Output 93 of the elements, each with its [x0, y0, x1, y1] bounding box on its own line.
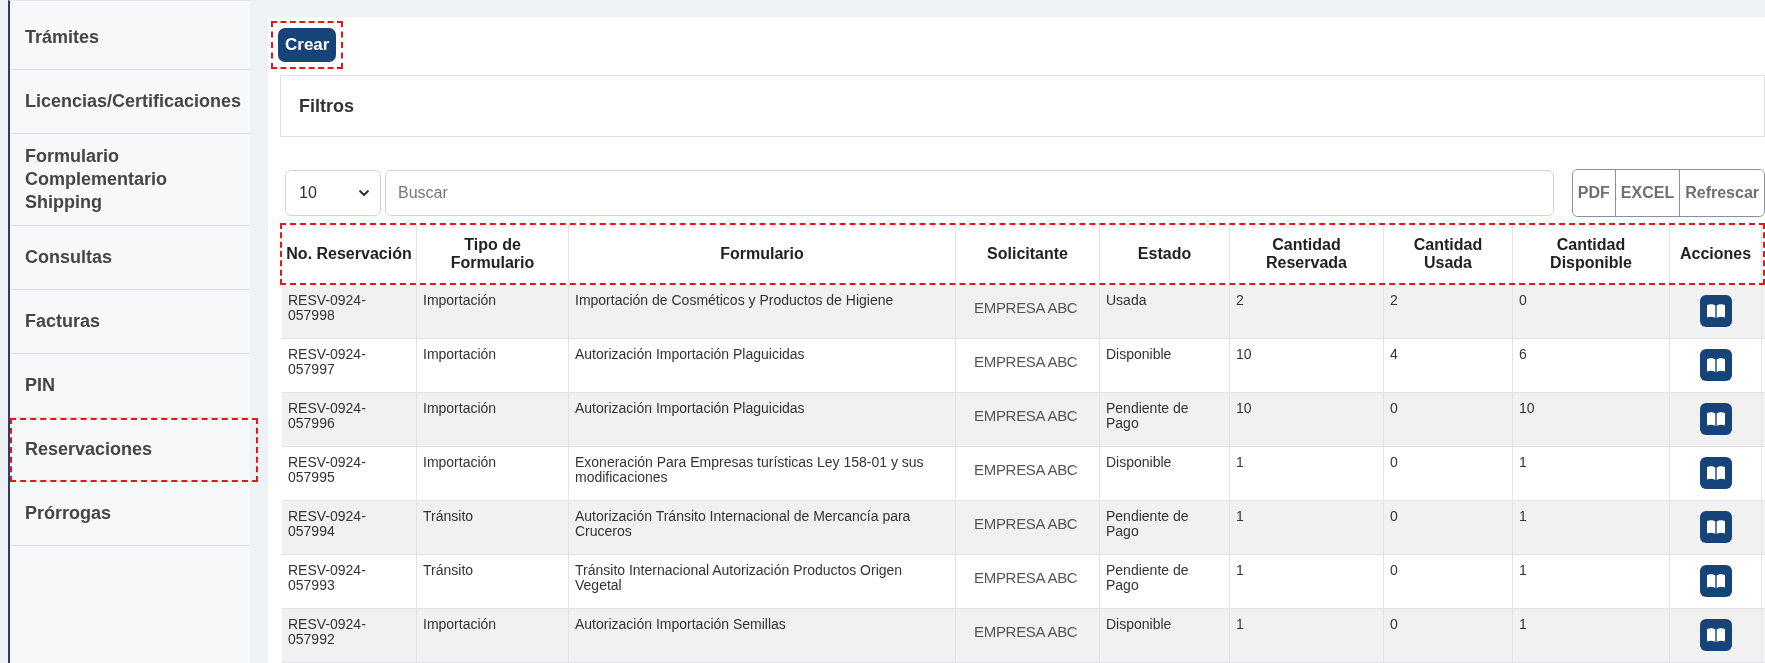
table-cell: Tránsito [423, 563, 474, 578]
table-cell: 0 [1519, 293, 1527, 308]
sidebar-item[interactable]: PIN [10, 354, 250, 418]
view-button[interactable] [1699, 457, 1732, 489]
table-cell: Importación [423, 347, 497, 362]
table-cell: Autorización Importación Semillas [575, 617, 786, 632]
column-header: No. Reservación [286, 245, 412, 263]
table-cell: EMPRESA ABC [974, 408, 1078, 423]
table-cell: Importación de Cosméticos y Productos de Higiene [575, 293, 894, 308]
column-header: Cantidad Reservada [1265, 236, 1348, 272]
sidebar-item[interactable]: Trámites [10, 6, 250, 70]
table-cell: EMPRESA ABC [974, 300, 1078, 315]
table-cell: Usada [1106, 293, 1147, 308]
book-icon [1705, 519, 1726, 535]
book-icon [1705, 303, 1726, 319]
table-cell: 0 [1390, 509, 1398, 524]
table-cell-text: RESV-0924-057994 [288, 509, 367, 539]
book-icon [1705, 465, 1726, 481]
column-header: Cantidad Disponible [1549, 236, 1633, 272]
book-icon [1705, 627, 1726, 643]
table-cell: Disponible [1106, 617, 1172, 632]
book-icon [1705, 411, 1726, 427]
table-cell: 2 [1236, 293, 1244, 308]
table-cell: EMPRESA ABC [974, 516, 1078, 531]
view-button[interactable] [1699, 349, 1732, 381]
column-header: Tipo de Formulario [449, 236, 536, 272]
column-header: Solicitante [987, 245, 1068, 263]
table-cell: Tránsito [423, 509, 474, 524]
table-cell: EMPRESA ABC [974, 462, 1078, 477]
table-cell: 10 [1236, 401, 1252, 416]
sidebar-item[interactable]: Reservaciones [10, 418, 258, 482]
table-cell: Importación [423, 401, 497, 416]
table-cell: 10 [1519, 401, 1535, 416]
table-cell: 0 [1390, 563, 1398, 578]
table-cell-text: Pendiente de Pago [1106, 563, 1190, 593]
view-button[interactable] [1699, 619, 1732, 651]
table-cell: Autorización Importación Plaguicidas [575, 347, 805, 362]
sidebar-item[interactable]: Consultas [10, 226, 250, 290]
table-cell: 0 [1390, 617, 1398, 632]
book-icon [1705, 357, 1726, 373]
table-cell: 4 [1390, 347, 1398, 362]
table-cell: 1 [1519, 455, 1527, 470]
table-cell: 10 [1236, 347, 1252, 362]
table-cell: 1 [1236, 509, 1244, 524]
create-button[interactable]: Crear [278, 28, 337, 62]
table-cell-text: Exoneración Para Empresas turísticas Ley 158-01 y sus modificaciones [575, 455, 925, 485]
view-button[interactable] [1699, 295, 1732, 327]
table-cell: 1 [1236, 563, 1244, 578]
table-cell: 1 [1519, 509, 1527, 524]
table-cell: 1 [1519, 563, 1527, 578]
export-button[interactable]: Refrescar [1679, 170, 1764, 216]
table-cell: Importación [423, 293, 497, 308]
table-cell: 1 [1236, 455, 1244, 470]
view-button[interactable] [1699, 565, 1732, 597]
table-cell-text: Autorización Tránsito Internacional de Mercancía para Cruceros [575, 509, 912, 539]
table-cell: Importación [423, 455, 497, 470]
search-field[interactable]: Buscar [385, 170, 1554, 216]
table-cell: Autorización Importación Plaguicidas [575, 401, 805, 416]
book-icon [1705, 573, 1726, 589]
column-header: Formulario [720, 245, 804, 263]
view-button[interactable] [1699, 403, 1732, 435]
column-header: Acciones [1679, 245, 1752, 263]
table-cell: Importación [423, 617, 497, 632]
table-cell: EMPRESA ABC [974, 570, 1078, 585]
filters-title: Filtros [299, 95, 354, 117]
sidebar-item[interactable]: Prórrogas [10, 482, 250, 546]
table-cell: Disponible [1106, 455, 1172, 470]
table-cell: 1 [1519, 617, 1527, 632]
table-cell-text: RESV-0924-057993 [288, 563, 367, 593]
table-cell: EMPRESA ABC [974, 624, 1078, 639]
table-cell: 0 [1390, 401, 1398, 416]
table-cell: 6 [1519, 347, 1527, 362]
column-header: Estado [1137, 245, 1192, 263]
column-header: Cantidad Usada [1412, 236, 1484, 272]
table-cell-text: Tránsito Internacional Autorización Productos Origen Vegetal [575, 563, 904, 593]
table-cell-text: Pendiente de Pago [1106, 401, 1190, 431]
table-cell-text: RESV-0924-057995 [288, 455, 367, 485]
view-button[interactable] [1699, 511, 1732, 543]
sidebar-item[interactable]: Facturas [10, 290, 250, 354]
table-cell-text: Pendiente de Pago [1106, 509, 1190, 539]
table-cell: 1 [1236, 617, 1244, 632]
table-cell-text: RESV-0924-057996 [288, 401, 367, 431]
table-cell: EMPRESA ABC [974, 354, 1078, 369]
table-cell-text: RESV-0924-057992 [288, 617, 367, 647]
sidebar-item[interactable]: Licencias/Certificaciones [10, 70, 250, 134]
table-cell-text: RESV-0924-057998 [288, 293, 367, 323]
table-cell: Disponible [1106, 347, 1172, 362]
chevron-down-icon [358, 189, 370, 197]
page-size-select[interactable]: 10 [285, 170, 381, 216]
sidebar-item[interactable]: Formulario Complementario Shipping [10, 134, 250, 226]
table-cell-text: RESV-0924-057997 [288, 347, 367, 377]
table-cell: 0 [1390, 455, 1398, 470]
table-cell: 2 [1390, 293, 1398, 308]
